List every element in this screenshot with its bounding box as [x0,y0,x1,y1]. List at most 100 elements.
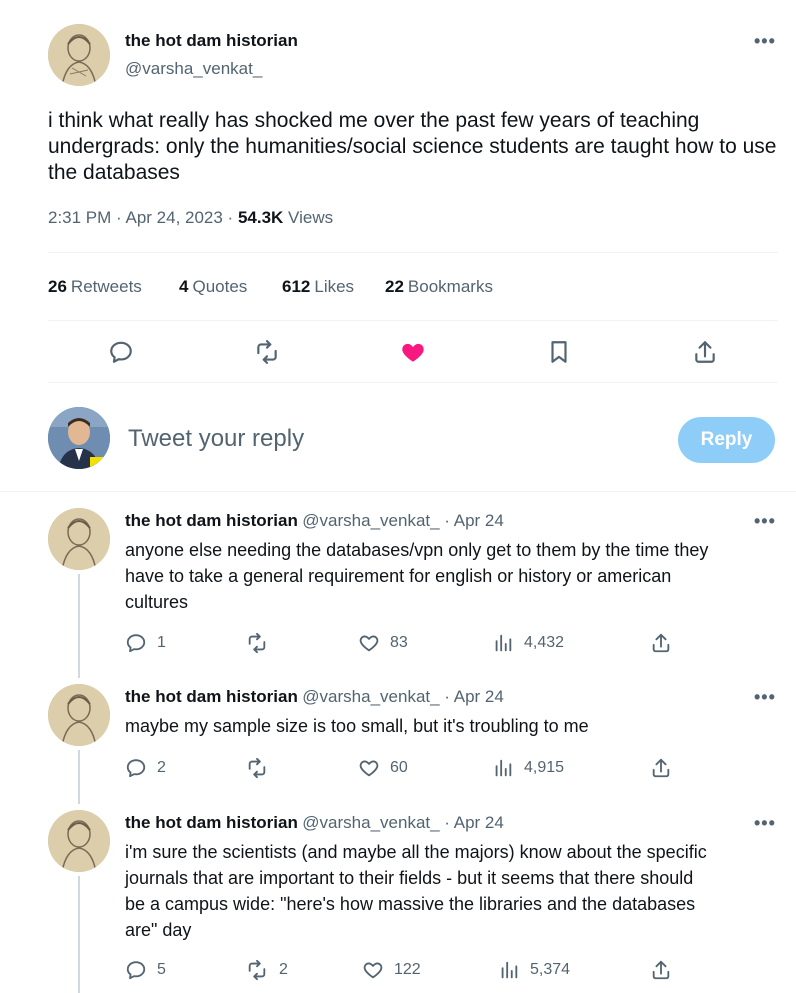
reply-text-line: have to take a general requirement for e… [125,566,672,586]
reply-count: 2 [157,759,166,776]
reply-date[interactable]: · Apr 24 [440,813,504,832]
reply-button[interactable]: Reply [678,417,775,463]
like-count: 83 [390,634,408,651]
reply-text-line: i'm sure the scientists (and maybe all t… [125,842,707,862]
reply-date[interactable]: · Apr 24 [440,511,504,530]
reply-text-line: anyone else needing the databases/vpn on… [125,540,709,560]
reply-count: 1 [157,634,166,651]
reply-text-line: are" day [125,920,192,940]
reply-count: 5 [157,961,166,978]
sketch-portrait-image [48,684,110,746]
reply-author-avatar[interactable] [48,684,110,746]
likes-count: 612 [282,277,311,296]
retweet-icon[interactable] [254,339,280,365]
retweet-action[interactable] [245,757,279,779]
current-user-avatar[interactable] [48,407,110,469]
share-icon [652,758,670,778]
reply-input[interactable]: Tweet your reply [128,425,658,453]
reply-author-handle[interactable]: @varsha_venkat_ [302,813,439,832]
more-icon[interactable]: ••• [754,687,776,708]
reply-text-line: be a campus wide: "here's how massive th… [125,894,696,914]
views-action[interactable]: 5,374 [498,959,570,981]
views-label: Views [283,208,334,227]
reply-icon[interactable] [108,339,134,365]
retweet-icon [248,632,266,654]
bookmark-icon[interactable] [546,339,572,365]
share-icon [652,633,670,653]
tweet-time[interactable]: 2:31 PM · Apr 24, 2023 · [48,208,238,227]
retweets-count: 26 [48,277,67,296]
reply-text-line: maybe my sample size is too small, but i… [125,716,589,736]
reply-author-handle[interactable]: @varsha_venkat_ [302,687,439,706]
share-action[interactable] [650,757,682,779]
reply-action[interactable]: 1 [125,632,166,654]
bookmarks-count: 22 [385,277,404,296]
like-action[interactable]: 83 [358,632,408,654]
quotes-stat[interactable]: 4 Quotes [179,277,247,297]
reply-action[interactable]: 2 [125,757,166,779]
share-action[interactable] [650,632,682,654]
thread-line [78,574,80,678]
reply-text: maybe my sample size is too small, but i… [125,713,785,739]
divider [0,491,796,492]
author-name[interactable]: the hot dam historian [125,31,298,51]
more-icon[interactable]: ••• [754,31,776,52]
reply-action[interactable]: 5 [125,959,166,981]
thread-line [78,750,80,804]
reply-icon [126,961,146,980]
heart-icon [359,760,379,777]
tweet-timestamp: 2:31 PM · Apr 24, 2023 · 54.3K Views [48,208,333,228]
heart-icon [363,962,383,979]
views-count: 4,432 [524,634,565,651]
reply-text-line: cultures [125,592,189,612]
author-avatar[interactable] [48,24,110,86]
retweet-icon [248,959,266,981]
divider [48,252,778,253]
sketch-portrait-image [48,24,110,86]
views-icon [495,634,512,652]
like-count: 60 [390,759,408,776]
bookmarks-label: Bookmarks [407,277,493,296]
likes-stat[interactable]: 612 Likes [282,277,354,297]
views-count: 5,374 [530,961,571,978]
quotes-label: Quotes [192,277,248,296]
more-icon[interactable]: ••• [754,511,776,532]
tweet-text: i think what really has shocked me over … [48,109,777,184]
like-action[interactable]: 122 [362,959,421,981]
more-icon[interactable]: ••• [754,813,776,834]
bookmarks-stat[interactable]: 22 Bookmarks [385,277,493,297]
reply-icon [126,759,146,778]
reply-author-name[interactable]: the hot dam historian [125,511,298,530]
sketch-portrait-image [48,810,110,872]
views-count: 4,915 [524,759,565,776]
reply-author-name[interactable]: the hot dam historian [125,813,298,832]
like-action[interactable]: 60 [358,757,408,779]
user-photo-image [48,407,110,469]
reply-author-avatar[interactable] [48,508,110,570]
views-action[interactable]: 4,915 [492,757,564,779]
share-icon [652,960,670,980]
share-action[interactable] [650,959,682,981]
reply-author-name[interactable]: the hot dam historian [125,687,298,706]
share-icon[interactable] [692,339,718,365]
views-action[interactable]: 4,432 [492,632,564,654]
reply-header: the hot dam historian @varsha_venkat_ · … [125,687,504,707]
heart-icon[interactable] [400,339,426,365]
retweet-icon [248,757,266,779]
retweet-count: 2 [279,961,288,978]
views-count: 54.3K [237,208,284,227]
reply-header: the hot dam historian @varsha_venkat_ · … [125,511,504,531]
retweet-action[interactable] [245,632,279,654]
reply-date[interactable]: · Apr 24 [440,687,504,706]
reply-text: anyone else needing the databases/vpn on… [125,537,785,615]
views-icon [501,961,518,979]
heart-icon [359,635,379,652]
reply-author-avatar[interactable] [48,810,110,872]
divider [48,382,778,383]
likes-label: Likes [314,277,355,296]
retweet-action[interactable]: 2 [245,959,288,981]
retweets-stat[interactable]: 26 Retweets [48,277,142,297]
thread-line [78,876,80,993]
author-handle[interactable]: @varsha_venkat_ [125,59,262,79]
reply-author-handle[interactable]: @varsha_venkat_ [302,511,439,530]
